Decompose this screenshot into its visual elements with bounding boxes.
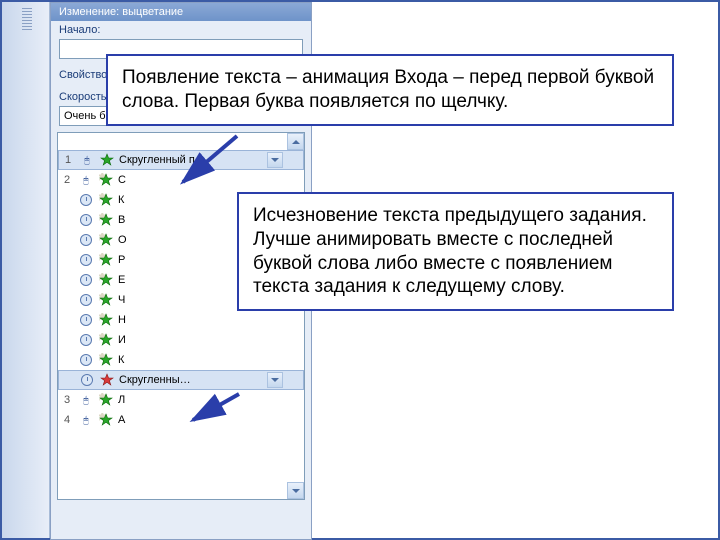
entrance-effect-icon xyxy=(98,413,114,427)
callout-text: Появление текста – анимация Входа – пере… xyxy=(122,67,654,112)
animation-item[interactable]: 1 Скругленный п… xyxy=(58,150,304,170)
item-label: Скругленный п… xyxy=(119,154,263,166)
mouse-click-icon xyxy=(78,415,94,426)
item-label: А xyxy=(118,414,302,426)
clock-icon xyxy=(78,334,94,346)
entrance-effect-icon xyxy=(98,193,114,207)
item-label: Л xyxy=(118,394,302,406)
entrance-effect-icon xyxy=(98,293,114,307)
chevron-down-icon[interactable] xyxy=(267,372,283,388)
item-label: С xyxy=(118,174,302,186)
animation-list[interactable]: 1Скругленный п…2СКВОРЕЧНИКСкругленны…3Л4… xyxy=(57,132,305,500)
clock-icon xyxy=(79,374,95,386)
clock-icon xyxy=(78,294,94,306)
animation-item[interactable]: Скругленны… xyxy=(58,370,304,390)
animation-item[interactable]: 3Л xyxy=(58,390,304,410)
animation-item[interactable]: 4А xyxy=(58,410,304,430)
item-order-number: 1 xyxy=(61,154,75,166)
animation-item[interactable]: И xyxy=(58,330,304,350)
animation-item[interactable]: К xyxy=(58,350,304,370)
animation-item[interactable]: 2С xyxy=(58,170,304,190)
chevron-down-icon[interactable] xyxy=(267,152,283,168)
item-order-number: 4 xyxy=(60,414,74,426)
item-label: Н xyxy=(118,314,302,326)
item-label: И xyxy=(118,334,302,346)
clock-icon xyxy=(78,254,94,266)
mouse-click-icon xyxy=(78,175,94,186)
scroll-down-button[interactable] xyxy=(287,482,304,499)
callout-text: Исчезновение текста предыдущего задания.… xyxy=(253,205,647,297)
entrance-effect-icon xyxy=(98,353,114,367)
app-sidebar xyxy=(2,2,50,538)
mouse-click-icon xyxy=(79,155,95,166)
animation-item[interactable]: Н xyxy=(58,310,304,330)
callout-entrance-note: Появление текста – анимация Входа – пере… xyxy=(106,54,674,126)
item-label: Скругленны… xyxy=(119,374,263,386)
entrance-effect-icon xyxy=(98,333,114,347)
callout-exit-note: Исчезновение текста предыдущего задания.… xyxy=(237,192,674,311)
item-order-number: 3 xyxy=(60,394,74,406)
clock-icon xyxy=(78,214,94,226)
clock-icon xyxy=(78,354,94,366)
clock-icon xyxy=(78,314,94,326)
start-label: Начало: xyxy=(59,24,121,36)
entrance-effect-icon xyxy=(98,253,114,267)
entrance-effect-icon xyxy=(98,273,114,287)
mouse-click-icon xyxy=(78,395,94,406)
entrance-effect-icon xyxy=(98,213,114,227)
start-row: Начало: xyxy=(51,21,311,39)
panel-title: Изменение: выцветание xyxy=(51,3,311,21)
clock-icon xyxy=(78,274,94,286)
scroll-up-button[interactable] xyxy=(287,133,304,150)
item-label: К xyxy=(118,354,302,366)
clock-icon xyxy=(78,194,94,206)
entrance-effect-icon xyxy=(98,233,114,247)
sidebar-grip[interactable] xyxy=(22,8,32,30)
entrance-effect-icon xyxy=(99,153,115,167)
entrance-effect-icon xyxy=(98,393,114,407)
item-order-number: 2 xyxy=(60,174,74,186)
exit-effect-icon xyxy=(99,373,115,387)
clock-icon xyxy=(78,234,94,246)
entrance-effect-icon xyxy=(98,173,114,187)
entrance-effect-icon xyxy=(98,313,114,327)
